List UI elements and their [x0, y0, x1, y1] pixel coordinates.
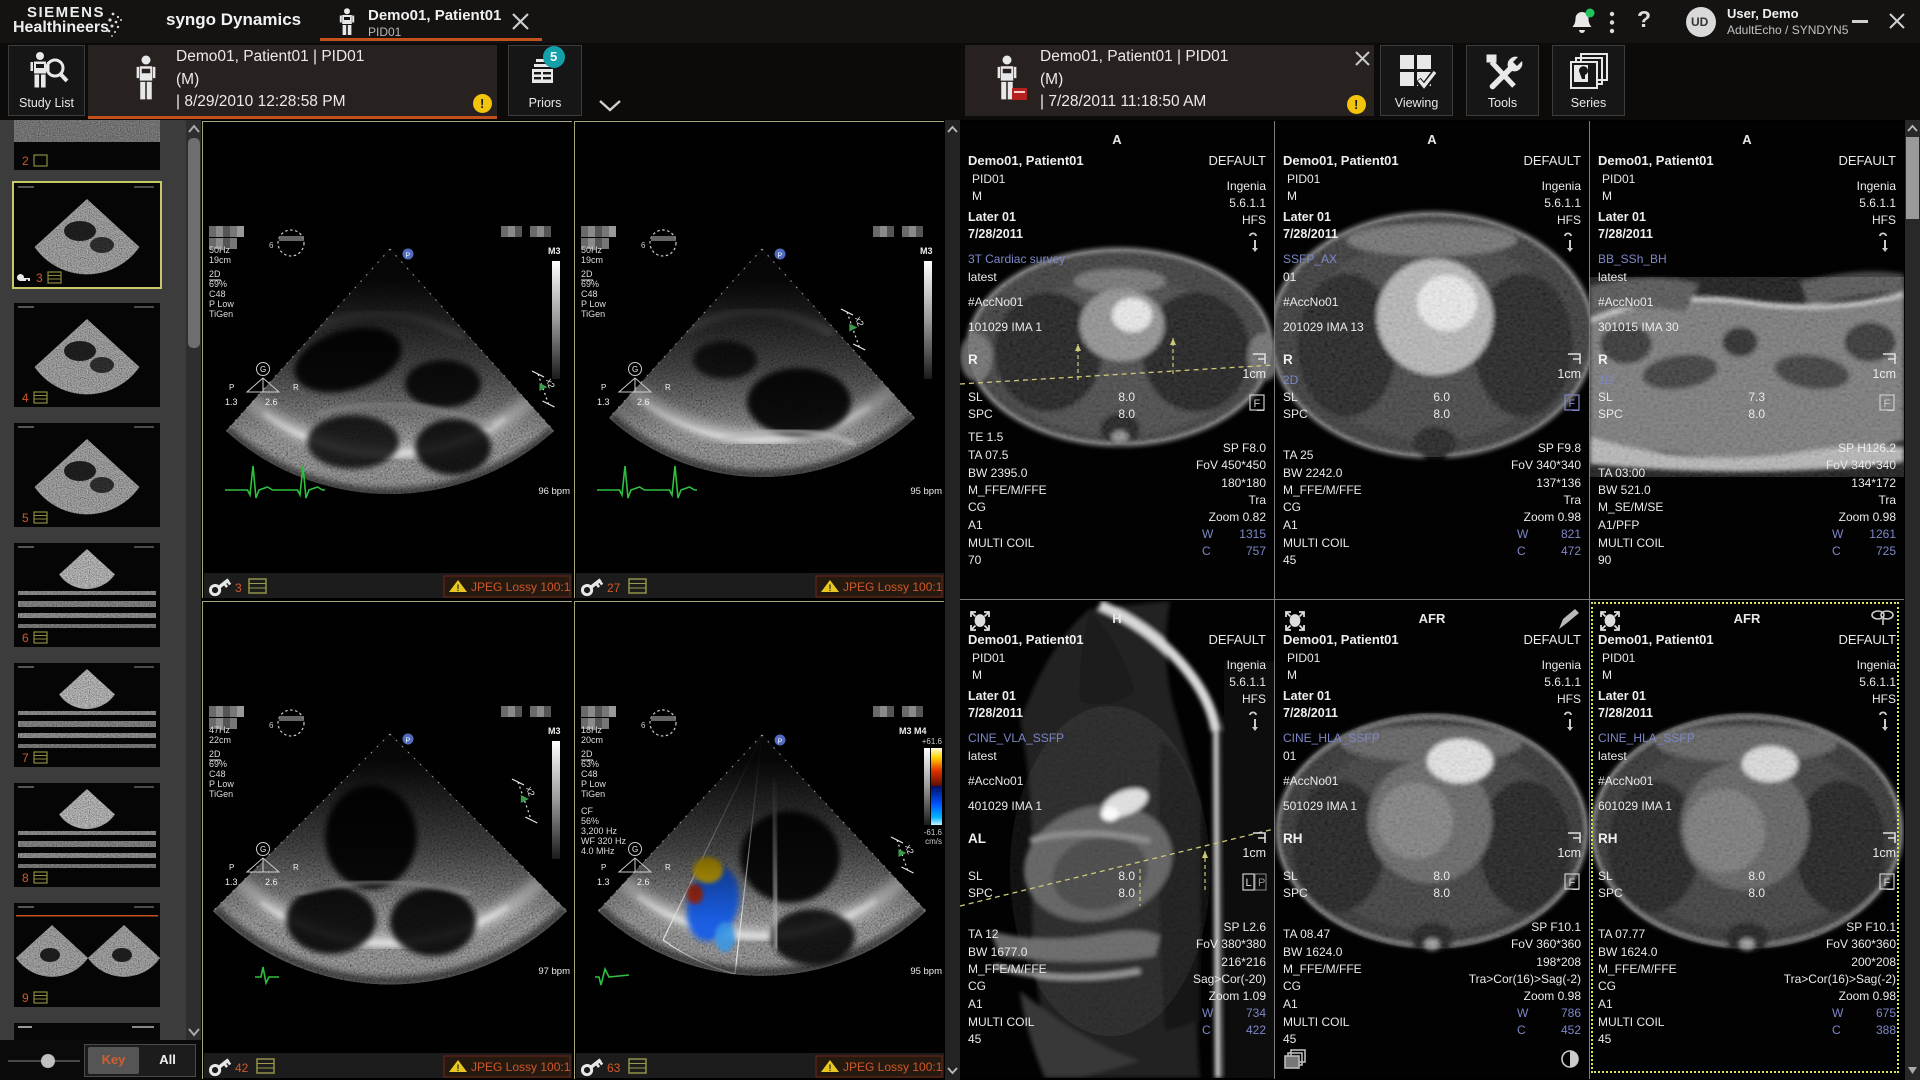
svg-text:G: G	[260, 845, 266, 854]
svg-text:18Hz: 18Hz	[581, 725, 603, 735]
svg-text:P Low: P Low	[581, 779, 606, 789]
svg-text:6: 6	[641, 241, 646, 250]
svg-text:2D: 2D	[209, 749, 221, 759]
svg-text:P Low: P Low	[581, 299, 606, 309]
svg-text:R: R	[293, 383, 299, 392]
svg-text:97 bpm: 97 bpm	[538, 966, 570, 977]
svg-text:3,200 Hz: 3,200 Hz	[581, 826, 618, 836]
svg-text:JPEG Lossy 100:1: JPEG Lossy 100:1	[843, 580, 943, 594]
svg-text:6: 6	[22, 631, 29, 645]
svg-text:96 bpm: 96 bpm	[538, 486, 570, 497]
svg-text:P: P	[778, 253, 783, 260]
svg-text:P: P	[1258, 877, 1265, 889]
svg-text:56%: 56%	[581, 816, 599, 826]
svg-text:+61.6: +61.6	[922, 737, 943, 746]
svg-text:4.0 MHz: 4.0 MHz	[581, 846, 615, 856]
svg-text:47Hz: 47Hz	[209, 725, 231, 735]
svg-text:!: !	[457, 583, 460, 593]
svg-text:6: 6	[269, 721, 274, 730]
svg-text:6: 6	[641, 721, 646, 730]
svg-text:4: 4	[22, 391, 29, 405]
svg-text:27: 27	[607, 581, 621, 595]
svg-text:8: 8	[22, 871, 29, 885]
svg-text:P Low: P Low	[209, 779, 234, 789]
svg-text:1.3: 1.3	[597, 877, 610, 887]
svg-text:G: G	[260, 365, 266, 374]
svg-text:P: P	[601, 383, 606, 392]
svg-text:2.6: 2.6	[265, 877, 278, 887]
svg-text:F: F	[1884, 398, 1891, 410]
svg-text:P: P	[778, 739, 783, 746]
svg-text:P Low: P Low	[209, 299, 234, 309]
svg-text:2.6: 2.6	[637, 877, 650, 887]
svg-text:2D: 2D	[581, 269, 593, 279]
svg-text:JPEG Lossy 100:1: JPEG Lossy 100:1	[471, 1060, 571, 1074]
svg-text:G: G	[632, 365, 638, 374]
svg-text:19cm: 19cm	[581, 255, 603, 265]
svg-text:3: 3	[36, 271, 43, 285]
svg-text:JPEG Lossy 100:1: JPEG Lossy 100:1	[843, 1060, 943, 1074]
svg-text:F: F	[1569, 877, 1576, 889]
svg-text:G: G	[632, 845, 638, 854]
svg-text:3: 3	[235, 581, 242, 595]
svg-text:C48: C48	[209, 289, 226, 299]
svg-text:6: 6	[269, 241, 274, 250]
svg-text:9: 9	[22, 991, 29, 1005]
svg-text:50Hz: 50Hz	[581, 245, 603, 255]
svg-text:C48: C48	[209, 769, 226, 779]
svg-text:JPEG Lossy 100:1: JPEG Lossy 100:1	[471, 580, 571, 594]
svg-text:F: F	[1569, 398, 1576, 410]
svg-text:C48: C48	[581, 289, 598, 299]
svg-text:cm/s: cm/s	[925, 837, 942, 846]
svg-text:L: L	[1246, 877, 1252, 889]
svg-text:CF: CF	[581, 806, 593, 816]
svg-text:19cm: 19cm	[209, 255, 231, 265]
svg-text:2D: 2D	[581, 749, 593, 759]
svg-text:P: P	[229, 383, 234, 392]
svg-text:63: 63	[607, 1061, 621, 1075]
svg-text:!: !	[457, 1063, 460, 1073]
svg-text:7: 7	[22, 751, 29, 765]
svg-text:2.6: 2.6	[265, 397, 278, 407]
svg-text:M3: M3	[920, 246, 933, 256]
svg-text:P: P	[406, 738, 411, 745]
svg-text:F: F	[1254, 398, 1261, 410]
svg-text:95 bpm: 95 bpm	[910, 966, 942, 977]
svg-text:P: P	[601, 863, 606, 872]
svg-text:TiGen: TiGen	[209, 789, 233, 799]
svg-text:2.6: 2.6	[637, 397, 650, 407]
svg-text:R: R	[665, 383, 671, 392]
svg-text:P: P	[406, 253, 411, 260]
svg-text:50Hz: 50Hz	[209, 245, 231, 255]
svg-text:P: P	[229, 863, 234, 872]
svg-text:C48: C48	[581, 769, 598, 779]
svg-text:20cm: 20cm	[581, 735, 603, 745]
svg-text:1.3: 1.3	[597, 397, 610, 407]
svg-text:22cm: 22cm	[209, 735, 231, 745]
svg-text:2: 2	[22, 154, 29, 168]
svg-text:1.3: 1.3	[225, 877, 238, 887]
svg-text:TiGen: TiGen	[209, 309, 233, 319]
svg-text:95 bpm: 95 bpm	[910, 486, 942, 497]
svg-text:TiGen: TiGen	[581, 789, 605, 799]
svg-text:R: R	[665, 863, 671, 872]
svg-text:-61.6: -61.6	[924, 828, 943, 837]
svg-text:WF 320 Hz: WF 320 Hz	[581, 836, 627, 846]
svg-text:5: 5	[22, 511, 29, 525]
svg-text:TiGen: TiGen	[581, 309, 605, 319]
svg-text:42: 42	[235, 1061, 249, 1075]
svg-text:1.3: 1.3	[225, 397, 238, 407]
svg-text:2D: 2D	[209, 269, 221, 279]
svg-text:M3: M3	[548, 246, 561, 256]
svg-text:R: R	[293, 863, 299, 872]
svg-text:M3: M3	[548, 726, 561, 736]
svg-text:!: !	[829, 1063, 832, 1073]
svg-text:!: !	[829, 583, 832, 593]
svg-text:M3 M4: M3 M4	[899, 726, 927, 736]
